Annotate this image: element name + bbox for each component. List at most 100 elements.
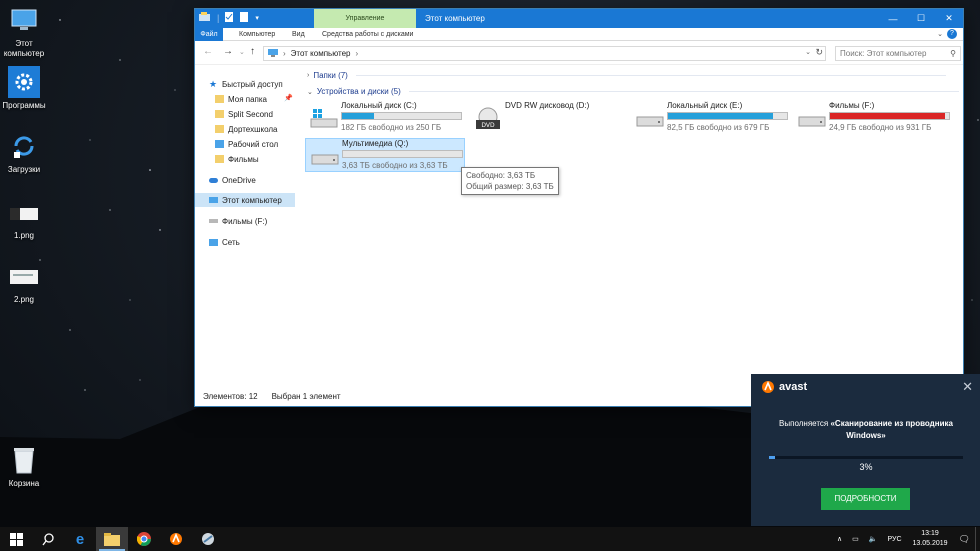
show-hidden-icons[interactable]: ∧: [832, 535, 847, 543]
refresh-icon[interactable]: ↻: [815, 47, 823, 58]
language-indicator[interactable]: РУС: [882, 536, 906, 543]
nav-label: Быстрый доступ: [222, 79, 283, 89]
title-bar[interactable]: | ▾ Управление Этот компьютер — ☐ ✕: [195, 9, 963, 28]
this-pc-icon: [268, 48, 278, 59]
pin-icon: 📌: [284, 95, 293, 102]
close-button[interactable]: ✕: [935, 9, 963, 28]
scan-progress-percent: 3%: [859, 462, 873, 472]
recent-locations-button[interactable]: ⌄: [239, 48, 245, 56]
nav-films[interactable]: Фильмы: [195, 152, 295, 166]
desktop-icon-downloads[interactable]: Загрузки: [0, 130, 48, 175]
desktop-icon-recycle-bin[interactable]: Корзина: [0, 444, 48, 489]
drive-d[interactable]: DVD DVD RW дисковод (D:): [469, 101, 629, 135]
drive-q[interactable]: Мультимедиа (Q:) 3,63 ТБ свободно из 3,6…: [305, 138, 465, 172]
desktop-folder-icon: [215, 140, 224, 148]
this-pc-icon: [8, 4, 40, 36]
show-desktop-button[interactable]: [975, 527, 980, 551]
search-placeholder: Поиск: Этот компьютер: [840, 49, 927, 58]
nav-label: Дортехшкола: [228, 124, 278, 134]
start-button[interactable]: [0, 527, 32, 551]
avast-logo: avast: [761, 380, 807, 394]
quick-access-toolbar: | ▾: [199, 12, 259, 24]
windows-drive-icon: [309, 107, 339, 129]
drive-name: Мультимедиа (Q:): [342, 139, 409, 148]
desktop-icon-label: 1.png: [13, 231, 35, 240]
taskbar-app[interactable]: [192, 527, 224, 551]
nav-quick-access[interactable]: ★ Быстрый доступ: [195, 77, 295, 91]
tab-file[interactable]: Файл: [195, 28, 223, 41]
minimize-button[interactable]: —: [879, 9, 907, 28]
context-tab-manage[interactable]: Управление: [314, 9, 416, 28]
details-button[interactable]: ПОДРОБНОСТИ: [821, 488, 910, 510]
tab-view[interactable]: Вид: [292, 28, 305, 41]
taskbar-edge[interactable]: e: [64, 527, 96, 551]
clock[interactable]: 13:19 13.05.2019: [907, 529, 954, 549]
customize-qat-icon[interactable]: ▾: [255, 14, 259, 22]
group-divider: [408, 91, 959, 92]
action-center-icon[interactable]: 🗨: [954, 534, 975, 545]
nav-desktop[interactable]: Рабочий стол: [195, 137, 295, 151]
drive-f[interactable]: Фильмы (F:) 24,9 ГБ свободно из 931 ГБ: [793, 101, 953, 135]
nav-my-folder[interactable]: Моя папка 📌: [195, 92, 295, 106]
scan-message-prefix: Выполняется: [779, 419, 831, 428]
group-folders[interactable]: › Папки (7): [307, 71, 946, 80]
avast-notification[interactable]: avast ✕ Выполняется «Сканирование из про…: [751, 374, 980, 526]
group-divider: [355, 75, 946, 76]
network-icon: [209, 238, 218, 246]
address-bar[interactable]: › Этот компьютер › ⌄ ↻: [263, 46, 826, 61]
forward-button[interactable]: →: [223, 46, 233, 57]
nav-label: OneDrive: [222, 175, 256, 185]
drive-usage-bar: [342, 150, 463, 158]
nav-films-drive[interactable]: Фильмы (F:): [195, 214, 295, 228]
desktop-icon-this-pc[interactable]: Этот компьютер: [0, 4, 48, 59]
network-tray-icon[interactable]: ▭: [847, 535, 864, 543]
drive-name: Локальный диск (C:): [341, 101, 417, 110]
desktop-icon-1png[interactable]: 1.png: [0, 196, 48, 241]
drive-icon: [209, 219, 218, 223]
search-icon: [41, 532, 54, 545]
drive-name: DVD RW дисковод (D:): [505, 101, 590, 110]
taskbar-explorer[interactable]: [96, 527, 128, 551]
nav-this-pc[interactable]: Этот компьютер: [195, 193, 295, 207]
scan-message: Выполняется «Сканирование из проводника …: [769, 418, 963, 442]
folder-icon: [215, 125, 224, 133]
search-button[interactable]: [32, 527, 64, 551]
drive-c[interactable]: Локальный диск (C:) 182 ГБ свободно из 2…: [305, 101, 465, 135]
group-label: Устройства и диски (5): [316, 87, 401, 96]
taskbar-avast[interactable]: [160, 527, 192, 551]
tab-drive-tools[interactable]: Средства работы с дисками: [322, 28, 413, 41]
group-devices[interactable]: ⌄ Устройства и диски (5): [307, 87, 959, 96]
nav-network[interactable]: Сеть: [195, 235, 295, 249]
drive-name: Локальный диск (E:): [667, 101, 743, 110]
nav-label: Фильмы: [228, 154, 259, 164]
expand-ribbon-icon[interactable]: ⌄: [937, 30, 943, 38]
close-icon[interactable]: ✕: [962, 379, 973, 395]
up-button[interactable]: ↑: [250, 46, 255, 57]
properties-icon[interactable]: [225, 12, 234, 24]
nav-onedrive[interactable]: OneDrive: [195, 173, 295, 187]
hard-drive-icon: [797, 107, 827, 129]
drive-e[interactable]: Локальный диск (E:) 82,5 ГБ свободно из …: [631, 101, 791, 135]
this-pc-icon: [209, 197, 218, 203]
search-input[interactable]: Поиск: Этот компьютер ⚲: [835, 46, 961, 61]
taskbar-chrome[interactable]: [128, 527, 160, 551]
drive-usage-bar: [829, 112, 950, 120]
volume-icon[interactable]: 🔈: [864, 535, 883, 543]
drive-tooltip: Свободно: 3,63 ТБ Общий размер: 3,63 ТБ: [461, 167, 559, 195]
scan-progress-bar: [769, 456, 963, 459]
maximize-button[interactable]: ☐: [907, 9, 935, 28]
desktop-icon-programs[interactable]: Программы: [0, 66, 48, 111]
window-title: Этот компьютер: [425, 14, 485, 23]
back-button[interactable]: ←: [203, 46, 213, 57]
new-folder-icon[interactable]: [240, 12, 249, 24]
nav-dortekhshkola[interactable]: Дортехшкола: [195, 122, 295, 136]
explorer-window[interactable]: | ▾ Управление Этот компьютер — ☐ ✕ Файл…: [194, 8, 964, 407]
nav-split-second[interactable]: Split Second: [195, 107, 295, 121]
desktop-icon-2png[interactable]: 2.png: [0, 260, 48, 305]
tab-computer[interactable]: Компьютер: [239, 28, 275, 41]
address-dropdown-icon[interactable]: ⌄: [805, 48, 811, 56]
help-icon[interactable]: ?: [947, 29, 957, 39]
selection-count: Выбран 1 элемент: [271, 391, 341, 401]
breadcrumb-this-pc[interactable]: Этот компьютер: [291, 49, 351, 58]
avast-icon: [762, 380, 774, 393]
